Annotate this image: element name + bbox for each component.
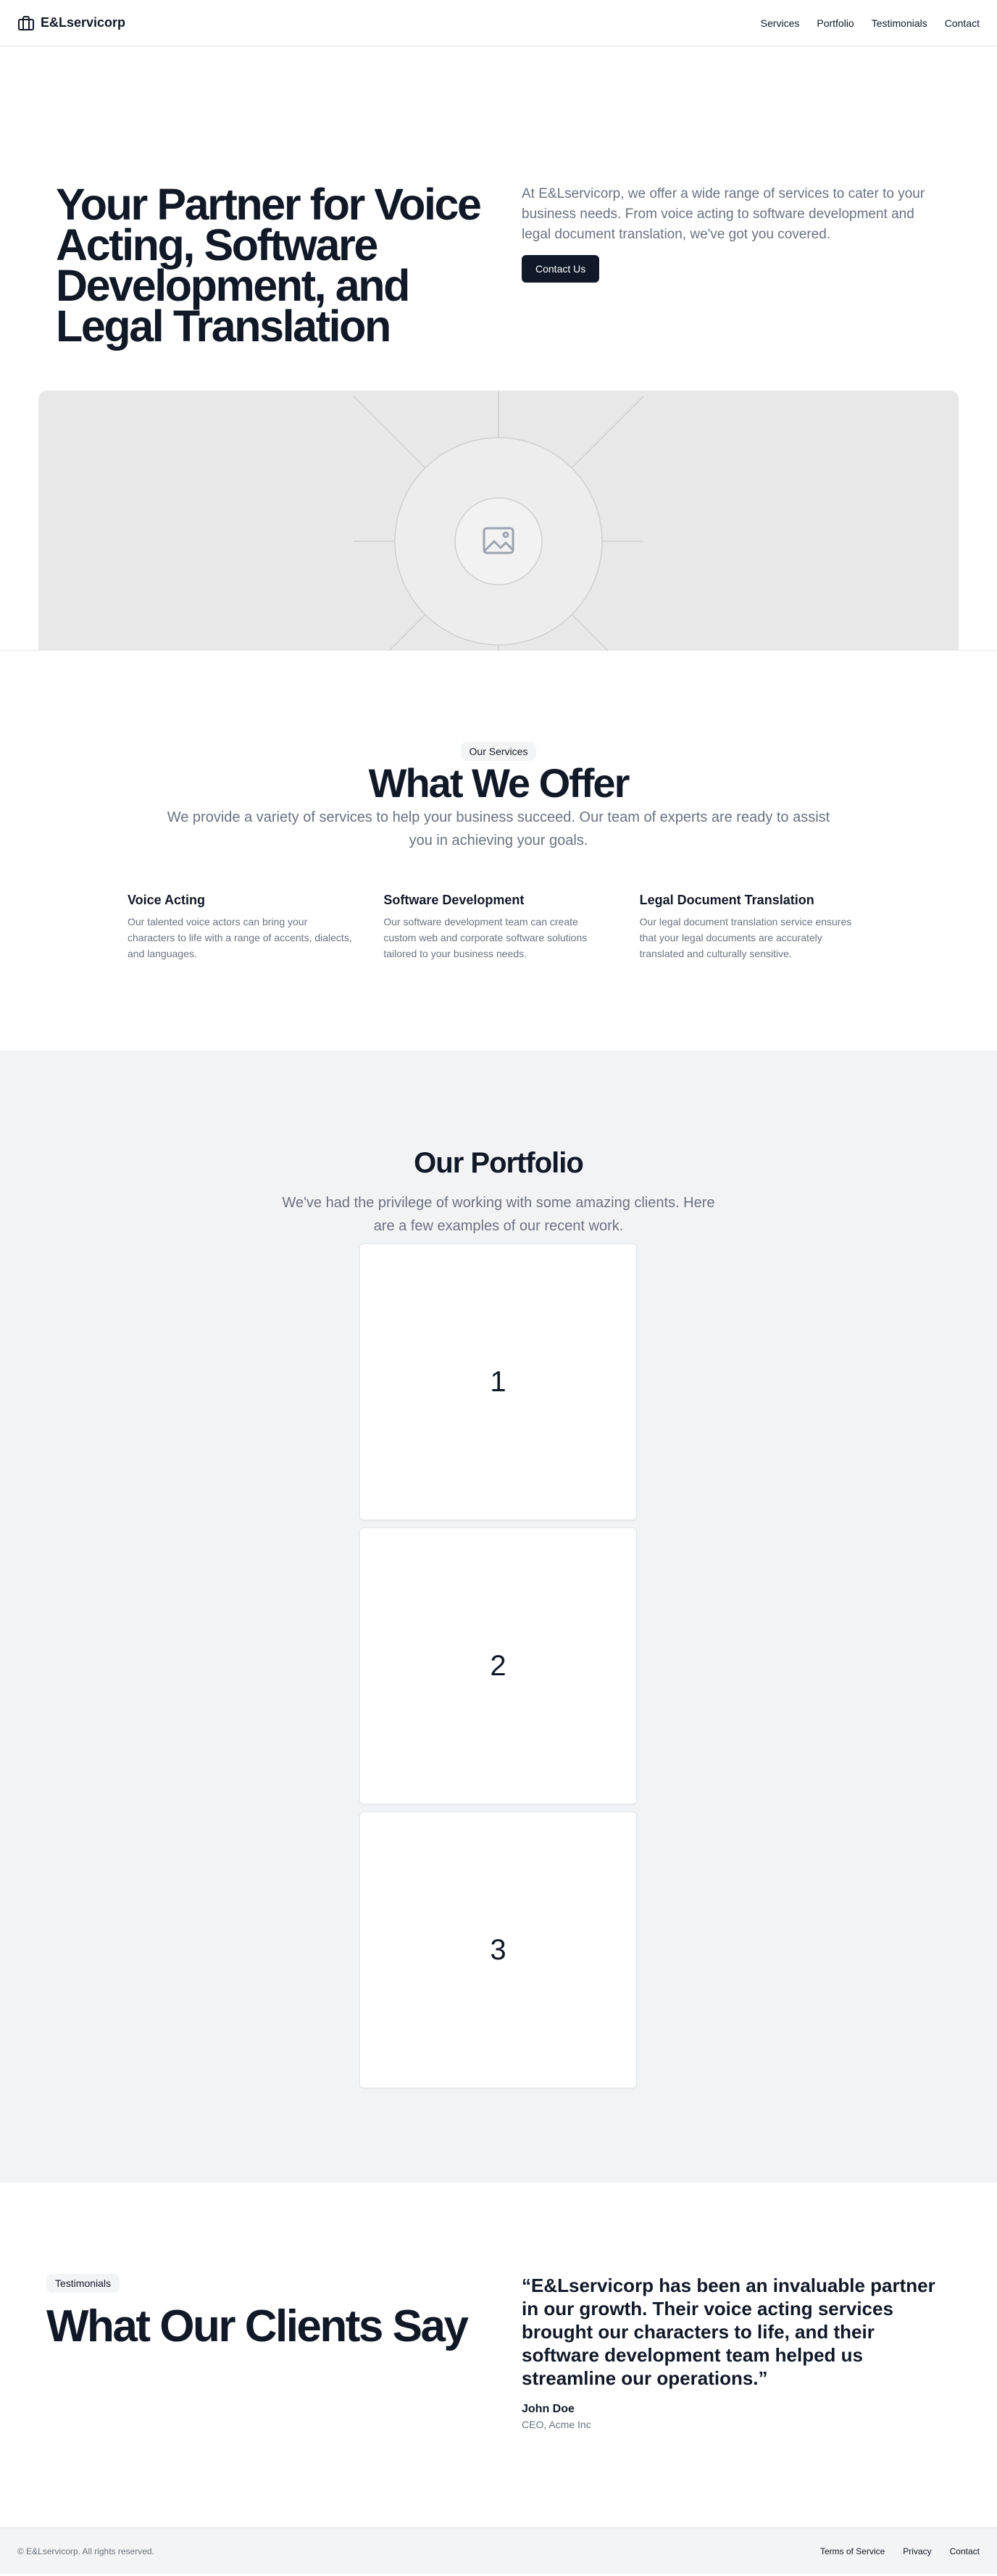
service-description: Our talented voice actors can bring your… [128,916,352,959]
testimonial-author: John Doe [522,2403,575,2415]
services-subtitle: We provide a variety of services to help… [167,809,830,849]
portfolio-card[interactable]: 2 [359,1527,637,1804]
nav-link-portfolio[interactable]: Portfolio [817,17,854,29]
portfolio-card-number: 1 [490,1365,506,1398]
portfolio-card[interactable]: 3 [359,1812,637,2088]
footer-link-contact[interactable]: Contact [950,2546,980,2556]
service-description: Our legal document translation service e… [639,916,852,959]
image-placeholder-icon [353,391,644,651]
brand[interactable]: E&Lservicorp [17,14,125,32]
portfolio-cards: 1 2 3 [359,1243,637,2096]
copyright-text: © E&Lservicorp. All rights reserved. [17,2546,154,2556]
testimonials-badge: Testimonials [46,2274,120,2293]
testimonials-heading: Testimonials What Our Clients Say [46,2274,469,2352]
hero-section: Your Partner for Voice Acting, Software … [0,46,997,651]
portfolio-card-number: 3 [490,1933,506,1966]
services-grid: Voice Acting Our talented voice actors c… [128,893,874,962]
services-section: Our Services What We Offer We provide a … [0,651,997,1051]
testimonials-section: Testimonials What Our Clients Say “E&Lse… [0,2183,997,2527]
service-title: Legal Document Translation [639,893,814,907]
hero-intro: At E&Lservicorp, we offer a wide range o… [522,184,942,283]
footer-nav: Terms of Service Privacy Contact [820,2546,980,2556]
portfolio-card-number: 2 [490,1649,506,1682]
hero-headline: Your Partner for Voice Acting, Software … [56,180,482,351]
services-badge: Our Services [460,742,537,761]
site-header: E&Lservicorp Services Portfolio Testimon… [0,0,997,46]
service-title: Software Development [383,893,525,907]
service-item-voice-acting: Voice Acting Our talented voice actors c… [128,893,362,962]
service-item-software-development: Software Development Our software develo… [383,893,617,962]
testimonial: “E&Lservicorp has been an invaluable par… [522,2274,942,2430]
contact-us-button[interactable]: Contact Us [522,255,600,283]
services-title: What We Offer [368,760,630,806]
main-nav: Services Portfolio Testimonials Contact [761,17,980,29]
nav-link-testimonials[interactable]: Testimonials [872,17,927,29]
testimonials-title: What Our Clients Say [46,2301,469,2351]
brand-name: E&Lservicorp [41,15,126,30]
service-item-legal-translation: Legal Document Translation Our legal doc… [640,893,874,962]
service-description: Our software development team can create… [383,916,588,959]
portfolio-card[interactable]: 1 [359,1243,637,1520]
nav-link-services[interactable]: Services [761,17,800,29]
footer-link-privacy[interactable]: Privacy [903,2546,931,2556]
portfolio-section: Our Portfolio We've had the privilege of… [0,1051,997,2183]
briefcase-icon [18,15,34,30]
portfolio-subtitle: We've had the privilege of working with … [282,1195,715,1234]
service-title: Voice Acting [128,893,206,907]
nav-link-contact[interactable]: Contact [945,17,980,29]
hero-description: At E&Lservicorp, we offer a wide range o… [522,186,925,242]
hero-image [38,391,959,651]
footer-link-terms[interactable]: Terms of Service [820,2546,885,2556]
testimonial-role: CEO, Acme Inc [522,2419,591,2430]
testimonial-quote: “E&Lservicorp has been an invaluable par… [522,2275,935,2389]
site-footer: © E&Lservicorp. All rights reserved. Ter… [0,2527,997,2574]
portfolio-title: Our Portfolio [414,1147,584,1179]
